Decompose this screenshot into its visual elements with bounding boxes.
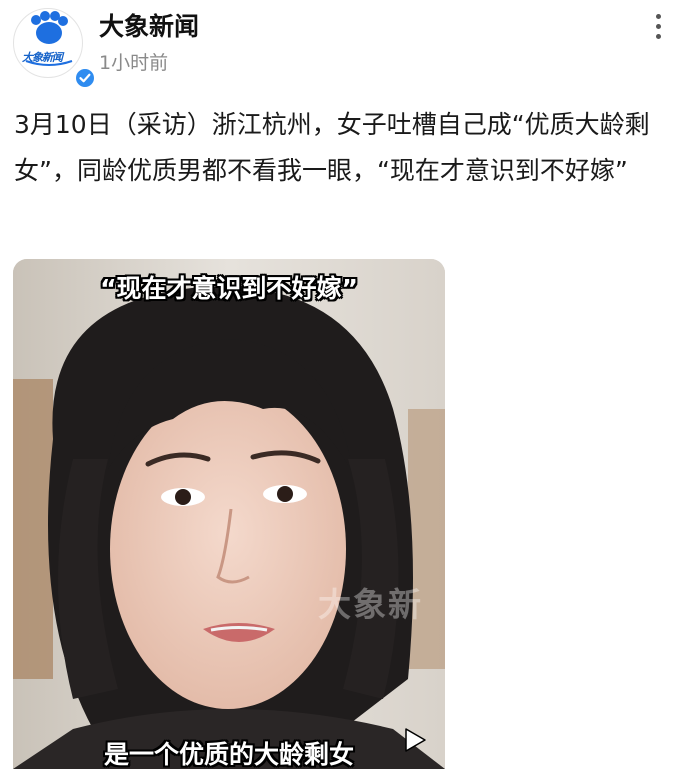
verified-check-icon	[74, 67, 96, 89]
post-timestamp: 1小时前	[99, 52, 169, 74]
more-vertical-icon-dot	[656, 24, 661, 29]
video-thumbnail[interactable]: “现在才意识到不好嫁” 是一个优质的大龄剩女	[13, 259, 445, 769]
post-body-text: 3月10日（采访）浙江杭州，女子吐槽自己成“优质大龄剩女”，同龄优质男都不看我一…	[14, 110, 650, 185]
more-vertical-icon	[656, 14, 661, 19]
play-icon[interactable]	[399, 725, 429, 755]
video-caption-bottom: 是一个优质的大龄剩女	[103, 740, 354, 769]
post-header: 大象新闻 大象新闻 1小时前	[0, 0, 684, 92]
more-options-button[interactable]	[646, 10, 672, 44]
post-card: 大象新闻 大象新闻 1小时前 3月10日（采访）浙江杭州，女子吐槽自己成“优质大…	[0, 0, 684, 769]
more-vertical-icon-dot	[656, 34, 661, 39]
avatar-logo-text: 大象新闻	[22, 51, 63, 64]
paw-logo-icon	[25, 11, 73, 66]
video-frame-image	[13, 259, 445, 769]
video-watermark: 大象新	[318, 585, 423, 624]
avatar[interactable]: 大象新闻	[13, 8, 96, 89]
video-caption-top: “现在才意识到不好嫁”	[100, 274, 358, 303]
account-name[interactable]: 大象新闻	[99, 11, 199, 43]
